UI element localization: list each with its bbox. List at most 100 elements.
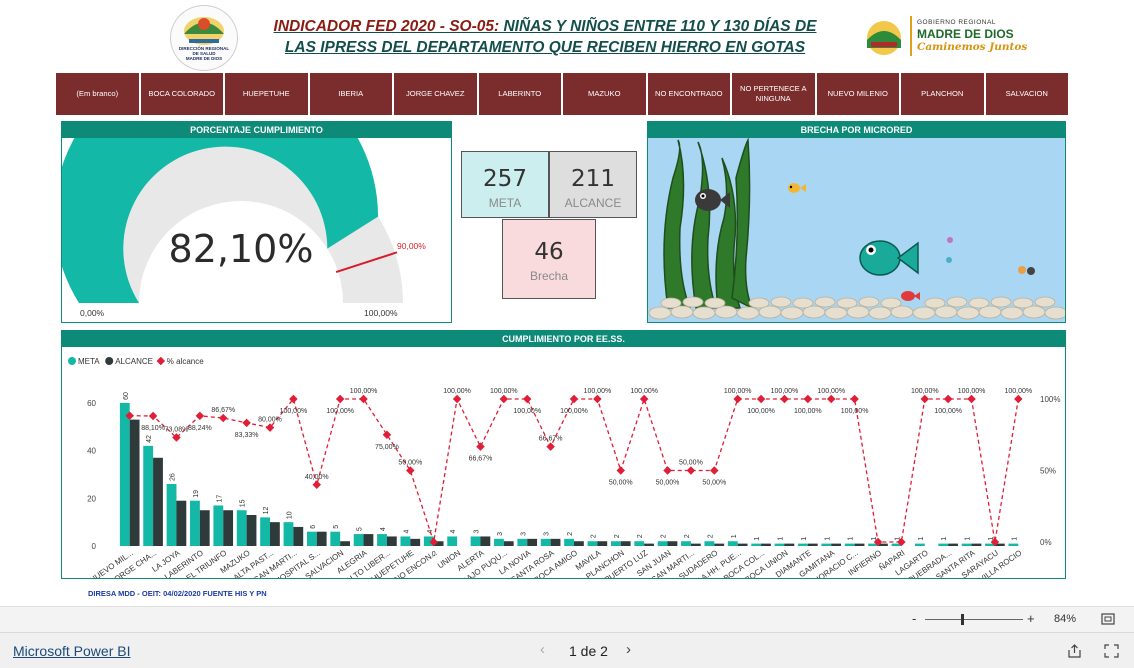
meta-bar[interactable] [1008, 543, 1019, 546]
alcance-bar[interactable] [246, 515, 257, 546]
alcance-bar[interactable] [597, 541, 608, 546]
pct-point[interactable] [359, 394, 368, 404]
meta-bar[interactable] [306, 531, 317, 546]
slicer-item[interactable]: MAZUKO [563, 73, 646, 115]
meta-bar[interactable] [190, 500, 200, 546]
alcance-bar[interactable] [807, 543, 818, 546]
alcance-bar[interactable] [176, 500, 187, 546]
meta-bar[interactable] [494, 538, 504, 546]
pct-point[interactable] [850, 394, 859, 404]
alcance-bar[interactable] [714, 543, 725, 546]
pct-point[interactable] [499, 394, 509, 404]
zoom-slider-handle[interactable] [961, 614, 964, 625]
pct-point[interactable] [616, 466, 626, 475]
meta-bar[interactable] [447, 536, 458, 546]
alcance-bar[interactable] [644, 543, 654, 546]
meta-bar[interactable] [213, 505, 224, 546]
alcance-bar[interactable] [386, 536, 397, 546]
pct-point[interactable] [452, 394, 462, 404]
alcance-bar[interactable] [690, 543, 701, 546]
meta-bar[interactable] [961, 543, 972, 546]
pct-point[interactable] [148, 411, 158, 421]
alcance-bar[interactable] [620, 541, 631, 546]
meta-bar[interactable] [821, 543, 832, 546]
meta-bar[interactable] [119, 402, 130, 546]
alcance-bar[interactable] [550, 538, 561, 546]
slicer-item[interactable]: SALVACION [985, 73, 1068, 115]
alcance-bar[interactable] [971, 543, 982, 546]
meta-bar[interactable] [844, 543, 855, 546]
meta-bar[interactable] [470, 536, 481, 546]
meta-bar[interactable] [564, 538, 574, 546]
meta-bar[interactable] [774, 543, 785, 546]
alcance-bar[interactable] [480, 536, 491, 546]
alcance-bar[interactable] [270, 522, 280, 546]
pct-point[interactable] [803, 394, 813, 404]
alcance-bar[interactable] [410, 538, 421, 546]
pct-point[interactable] [663, 466, 672, 475]
meta-bar[interactable] [704, 541, 715, 546]
slicer-item[interactable]: IBERIA [309, 73, 392, 115]
prev-page-icon[interactable]: ‹ [540, 641, 545, 658]
slicer-item[interactable]: JORGE CHAVEZ [394, 73, 477, 115]
meta-bar[interactable] [166, 484, 177, 546]
meta-bar[interactable] [236, 510, 247, 546]
zoom-slider-track[interactable] [925, 619, 1023, 620]
slicer-item[interactable]: HUEPETUHE [225, 73, 308, 115]
meta-bar[interactable] [400, 536, 411, 546]
pct-point[interactable] [335, 394, 345, 404]
alcance-bar[interactable] [503, 541, 514, 546]
meta-bar[interactable] [587, 541, 598, 546]
meta-bar[interactable] [798, 543, 808, 546]
pct-point[interactable] [639, 394, 649, 404]
alcance-bar[interactable] [340, 541, 350, 546]
alcance-bar[interactable] [761, 543, 771, 546]
pct-point[interactable] [406, 466, 415, 475]
pct-point[interactable] [733, 394, 742, 404]
pct-point[interactable] [686, 466, 696, 475]
meta-bar[interactable] [681, 541, 691, 546]
meta-bar[interactable] [283, 522, 294, 546]
alcance-bar[interactable] [363, 534, 374, 546]
pct-point[interactable] [312, 480, 322, 490]
alcance-bar[interactable] [199, 510, 210, 546]
alcance-bar[interactable] [854, 543, 865, 546]
slicer-item[interactable]: NO PERTENECE A NINGUNA [732, 73, 815, 115]
meta-bar[interactable] [751, 543, 762, 546]
alcance-bar[interactable] [293, 526, 304, 546]
meta-bar[interactable] [260, 517, 270, 546]
slicer-item[interactable]: NO ENCONTRADO [647, 73, 730, 115]
alcance-bar[interactable] [737, 543, 748, 546]
slicer-item[interactable]: PLANCHON [901, 73, 984, 115]
meta-bar[interactable] [330, 531, 341, 546]
powerbi-link[interactable]: Microsoft Power BI [13, 643, 130, 659]
pct-point[interactable] [826, 394, 836, 404]
meta-bar[interactable] [914, 543, 925, 546]
pct-point[interactable] [195, 411, 205, 421]
fit-to-page-icon[interactable] [1101, 613, 1115, 625]
pct-point[interactable] [710, 466, 719, 475]
alcance-bar[interactable] [667, 541, 678, 546]
meta-bar[interactable] [540, 538, 551, 546]
slicer-item[interactable]: BOCA COLORADO [140, 73, 223, 115]
alcance-bar[interactable] [316, 531, 327, 546]
meta-bar[interactable] [634, 541, 645, 546]
pct-point[interactable] [967, 394, 976, 404]
slicer-item[interactable]: NUEVO MILENIO [816, 73, 899, 115]
meta-bar[interactable] [517, 538, 528, 546]
zoom-out-button[interactable]: - [912, 611, 916, 626]
slicer-item[interactable]: LABERINTO [478, 73, 561, 115]
zoom-in-button[interactable]: + [1027, 611, 1035, 626]
pct-point[interactable] [1014, 394, 1023, 404]
pct-point[interactable] [943, 394, 953, 404]
pct-point[interactable] [522, 394, 532, 404]
pct-point[interactable] [382, 430, 392, 439]
meta-bar[interactable] [938, 543, 949, 546]
meta-bar[interactable] [353, 534, 364, 546]
pct-point[interactable] [218, 413, 228, 423]
meta-bar[interactable] [143, 445, 154, 546]
meta-bar[interactable] [727, 541, 738, 546]
alcance-bar[interactable] [129, 419, 140, 546]
alcance-bar[interactable] [574, 541, 584, 546]
alcance-bar[interactable] [153, 457, 163, 546]
